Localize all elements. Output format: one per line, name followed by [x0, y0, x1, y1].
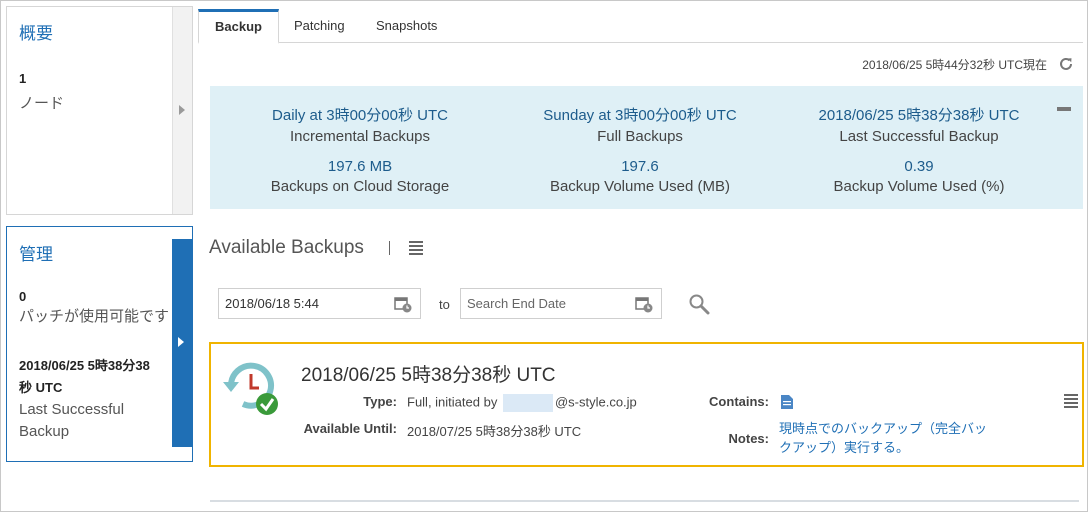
summary-incremental: Daily at 3時00分00秒 UTC Incremental Backup…: [220, 104, 500, 145]
volume-mb-value: 197.6: [621, 158, 659, 175]
manage-title[interactable]: 管理: [19, 240, 53, 265]
storage-label: Backups on Cloud Storage: [270, 178, 450, 195]
last-label: Last Successful Backup: [839, 128, 999, 145]
patch-count: 0: [19, 289, 27, 304]
last-value: 2018/06/25 5時38分38秒 UTC: [818, 107, 1020, 124]
backup-title: 2018/06/25 5時38分38秒 UTC: [301, 365, 556, 386]
volume-pct-value: 0.39: [904, 158, 934, 175]
backup-success-icon: [223, 362, 278, 415]
tab-bar: Backup Patching Snapshots: [198, 9, 1083, 44]
overview-expand-handle[interactable]: [172, 7, 192, 214]
last-backup-date-line1: 2018/06/25 5時38分38: [19, 358, 150, 373]
contains-label: Contains:: [709, 394, 769, 409]
node-label: ノード: [19, 95, 65, 112]
node-count: 1: [19, 71, 27, 86]
last-backup-label-line2: Backup: [19, 423, 70, 440]
notes-link[interactable]: 現時点でのバックアップ（完全バッ クアップ）実行する。: [779, 419, 995, 457]
type-value: Full, initiated by @s-style.co.jp: [407, 394, 637, 412]
summary-full: Sunday at 3時00分00秒 UTC Full Backups: [500, 104, 780, 145]
summary-last: 2018/06/25 5時38分38秒 UTC Last Successful …: [779, 104, 1059, 145]
patch-label: パッチが使用可能です: [19, 308, 170, 325]
summary-volume-pct: 0.39 Backup Volume Used (%): [779, 158, 1059, 195]
available-until-label: Available Until:: [303, 421, 397, 436]
overview-title[interactable]: 概要: [19, 19, 53, 44]
volume-pct-label: Backup Volume Used (%): [833, 178, 1005, 195]
tab-patching[interactable]: Patching: [278, 9, 361, 43]
search-icon[interactable]: [688, 293, 710, 315]
as-of-timestamp: 2018/06/25 5時44分32秒 UTC現在: [862, 58, 1047, 72]
notes-line1: 現時点でのバックアップ（完全バッ: [779, 421, 988, 436]
storage-value: 197.6 MB: [327, 158, 393, 175]
available-until-value: 2018/07/25 5時38分38秒 UTC: [407, 424, 582, 439]
document-icon[interactable]: [780, 394, 794, 410]
type-label: Type:: [363, 394, 397, 409]
last-backup-date: 2018/06/25 5時38分38 秒 UTC: [19, 355, 150, 402]
last-backup-date-line2: 秒 UTC: [19, 380, 63, 395]
incremental-value: Daily at 3時00分00秒 UTC: [272, 107, 448, 124]
app-frame: 概要 1 ノード 管理 0 パッチが使用可能です 2018/06/25 5時38…: [0, 0, 1088, 512]
incremental-label: Incremental Backups: [289, 128, 431, 145]
notes-line2: クアップ）実行する。: [779, 440, 910, 455]
last-backup-label: Last Successful Backup: [19, 399, 124, 443]
card-menu-icon[interactable]: [1064, 394, 1078, 409]
backup-summary: Daily at 3時00分00秒 UTC Incremental Backup…: [210, 86, 1083, 209]
notes-label: Notes:: [728, 431, 769, 446]
redacted-user: [502, 394, 553, 412]
manage-expand-handle[interactable]: [172, 239, 192, 447]
collapse-icon[interactable]: [1057, 107, 1071, 111]
list-menu-icon[interactable]: [409, 241, 423, 256]
last-backup-label-line1: Last Successful: [19, 401, 125, 418]
tab-backup[interactable]: Backup: [198, 9, 279, 44]
full-value: Sunday at 3時00分00秒 UTC: [543, 107, 737, 124]
overview-panel[interactable]: 概要 1 ノード: [6, 6, 193, 215]
divider: [210, 500, 1079, 502]
backup-card[interactable]: 2018/06/25 5時38分38秒 UTC Type: Full, init…: [209, 342, 1084, 467]
full-label: Full Backups: [597, 128, 683, 145]
summary-volume-mb: 197.6 Backup Volume Used (MB): [500, 158, 780, 195]
summary-storage: 197.6 MB Backups on Cloud Storage: [220, 158, 500, 195]
volume-mb-label: Backup Volume Used (MB): [549, 178, 731, 195]
type-value-prefix: Full, initiated by: [407, 394, 498, 410]
tab-snapshots[interactable]: Snapshots: [360, 9, 453, 43]
available-backups-title: Available Backups: [209, 237, 364, 258]
calendar-icon[interactable]: [394, 295, 412, 313]
manage-panel[interactable]: 管理 0 パッチが使用可能です 2018/06/25 5時38分38 秒 UTC…: [6, 226, 193, 462]
chevron-right-icon: [179, 104, 185, 115]
to-label: to: [439, 297, 450, 312]
end-date-field[interactable]: Search End Date: [460, 288, 662, 319]
refresh-icon[interactable]: [1057, 55, 1075, 73]
divider: [389, 241, 390, 255]
chevron-right-icon: [178, 337, 184, 347]
start-date-field[interactable]: 2018/06/18 5:44: [218, 288, 421, 319]
end-date-placeholder: Search End Date: [467, 296, 567, 311]
type-value-suffix: @s-style.co.jp: [554, 394, 637, 410]
start-date-value: 2018/06/18 5:44: [225, 296, 319, 311]
calendar-icon[interactable]: [635, 295, 653, 313]
